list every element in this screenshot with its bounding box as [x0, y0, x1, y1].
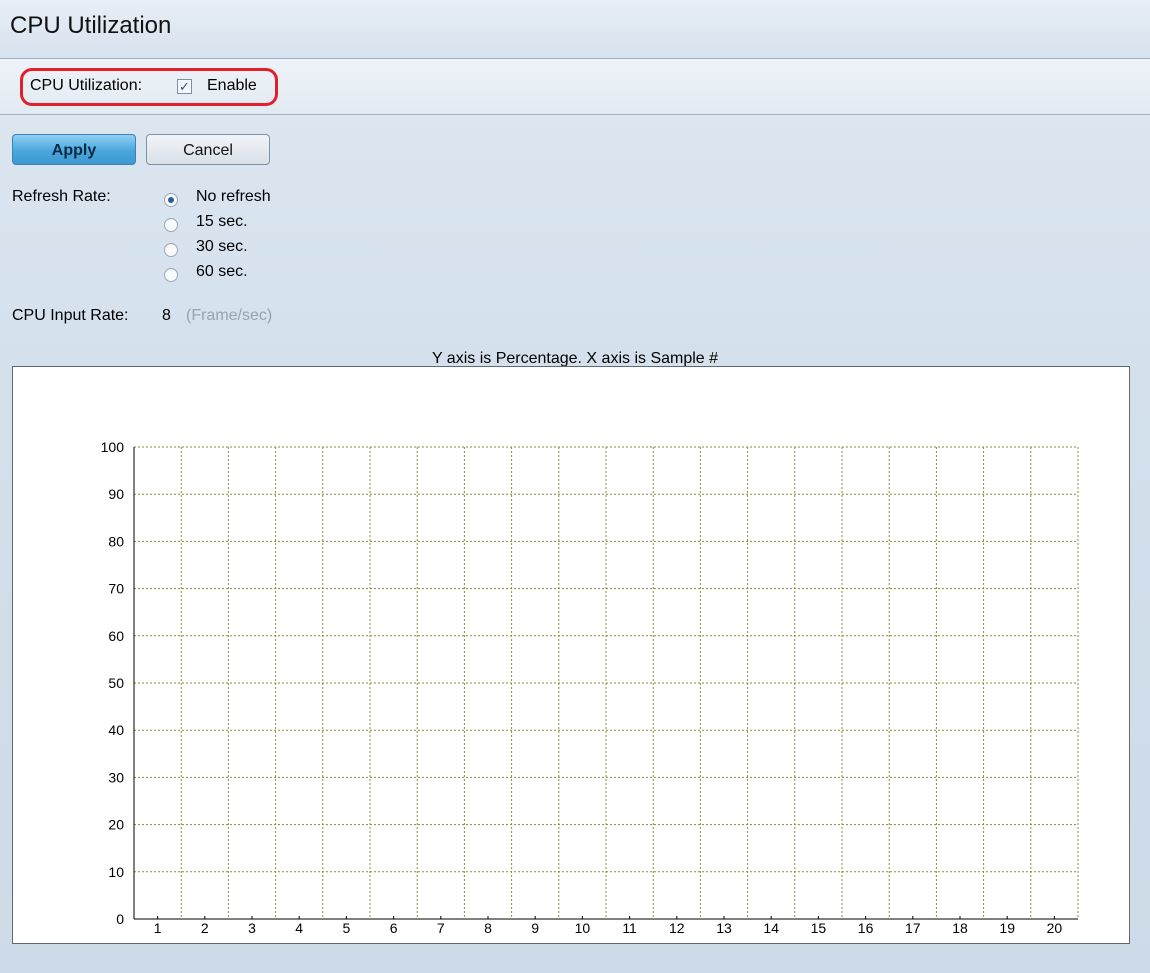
x-tick-label: 10: [575, 920, 591, 936]
enable-checkbox[interactable]: ✓: [177, 79, 192, 94]
apply-button[interactable]: Apply: [12, 134, 136, 165]
x-tick-label: 13: [716, 920, 732, 936]
enable-label: Enable: [207, 77, 257, 94]
radio-label-15-sec: 15 sec.: [196, 213, 248, 230]
page-title: CPU Utilization: [10, 12, 172, 39]
cancel-button[interactable]: Cancel: [146, 134, 270, 165]
radio-30-sec[interactable]: [164, 243, 178, 257]
x-tick-label: 15: [811, 920, 827, 936]
x-tick-label: 11: [622, 920, 637, 936]
y-tick-label: 60: [108, 628, 124, 644]
x-tick-label: 16: [858, 920, 874, 936]
x-tick-label: 19: [999, 920, 1015, 936]
refresh-rate-label: Refresh Rate:: [12, 188, 111, 205]
x-tick-label: 18: [952, 920, 968, 936]
cpu-utilization-label: CPU Utilization:: [30, 77, 143, 94]
cpu-chart: 0 10 20 30 40 50 60 70 80 90 100 1 2 3 4 5 6 7 8 9 10 11 12 13 1…: [12, 366, 1130, 944]
y-tick-label: 50: [108, 675, 124, 691]
x-tick-label: 4: [295, 920, 303, 936]
cpu-chart-svg: 01020304050607080901001 2 3 4 5 6 7 8 9 10 11 12 13 1…: [101, 439, 1079, 936]
x-tick-label: 3: [248, 920, 256, 936]
x-tick-label: 20: [1047, 920, 1063, 936]
y-tick-label: 40: [108, 722, 124, 738]
y-tick-label: 20: [108, 817, 124, 833]
radio-60-sec[interactable]: [164, 268, 178, 282]
y-tick-label: 10: [108, 864, 124, 880]
x-tick-label: 5: [343, 920, 351, 936]
cpu-input-rate-value: 8: [162, 307, 171, 324]
radio-label-30-sec: 30 sec.: [196, 238, 248, 255]
y-tick-label: 80: [108, 533, 124, 549]
cpu-input-rate-unit: (Frame/sec): [186, 307, 273, 324]
x-tick-label: 8: [484, 920, 492, 936]
x-tick-label: 6: [390, 920, 398, 936]
y-tick-label: 100: [101, 439, 125, 455]
y-tick-label: 90: [108, 486, 124, 502]
cpu-input-rate-label: CPU Input Rate:: [12, 307, 129, 324]
x-tick-label: 1: [154, 920, 162, 936]
x-tick-label: 2: [201, 920, 209, 936]
page-header: CPU Utilization: [0, 0, 1150, 59]
y-tick-label: 0: [116, 911, 124, 927]
x-tick-label: 9: [531, 920, 539, 936]
x-tick-label: 14: [763, 920, 779, 936]
radio-label-no-refresh: No refresh: [196, 188, 271, 205]
radio-15-sec[interactable]: [164, 218, 178, 232]
y-tick-label: 70: [108, 581, 124, 597]
x-tick-label: 17: [905, 920, 921, 936]
radio-label-60-sec: 60 sec.: [196, 263, 248, 280]
x-tick-label: 7: [437, 920, 445, 936]
radio-no-refresh[interactable]: [164, 193, 178, 207]
y-tick-label: 30: [108, 769, 124, 785]
x-tick-label: 12: [669, 920, 685, 936]
